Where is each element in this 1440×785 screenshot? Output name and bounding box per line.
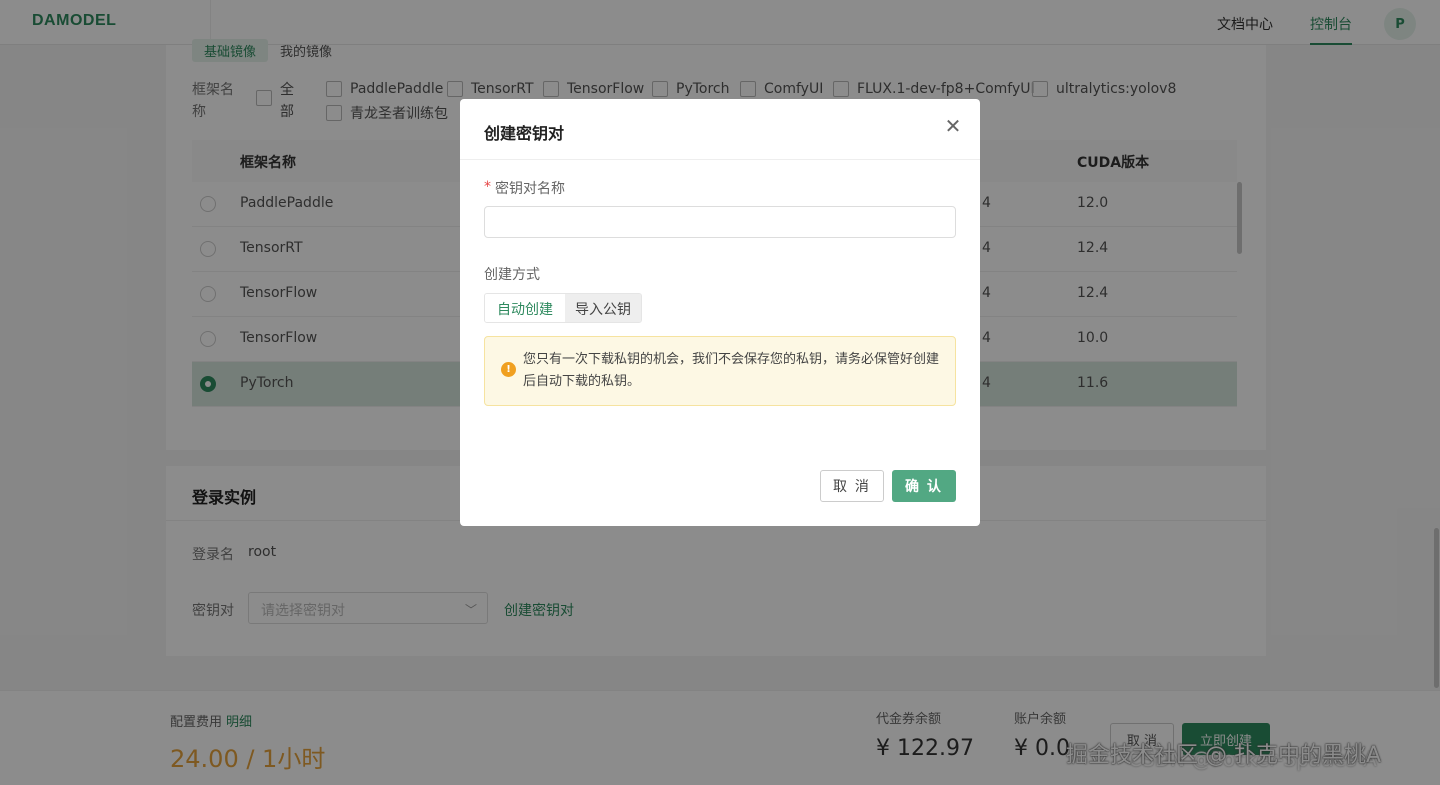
required-asterisk: * [484, 179, 491, 195]
cancel-button[interactable]: 取 消 [820, 470, 884, 502]
warning-alert: ! 您只有一次下载私钥的机会，我们不会保存您的私钥，请务必保管好创建后自动下载的… [484, 336, 956, 406]
keypair-name-input[interactable] [484, 206, 956, 238]
create-method-label: 创建方式 [484, 267, 540, 283]
close-icon[interactable]: ✕ [942, 115, 964, 137]
create-method-switch: 自动创建 导入公钥 [484, 293, 642, 323]
create-keypair-modal: 创建密钥对 ✕ * 密钥对名称 创建方式 自动创建 导入公钥 ! 您只有一次下载… [460, 99, 980, 526]
confirm-button[interactable]: 确 认 [892, 470, 956, 502]
modal-title: 创建密钥对 [484, 124, 565, 143]
warning-text: 您只有一次下载私钥的机会，我们不会保存您的私钥，请务必保管好创建后自动下载的私钥… [523, 352, 940, 389]
warning-icon: ! [501, 362, 516, 377]
keypair-name-label: 密钥对名称 [495, 181, 565, 197]
method-import-public-key[interactable]: 导入公钥 [565, 294, 641, 322]
method-auto-create[interactable]: 自动创建 [485, 294, 565, 322]
modal-divider [460, 159, 980, 160]
